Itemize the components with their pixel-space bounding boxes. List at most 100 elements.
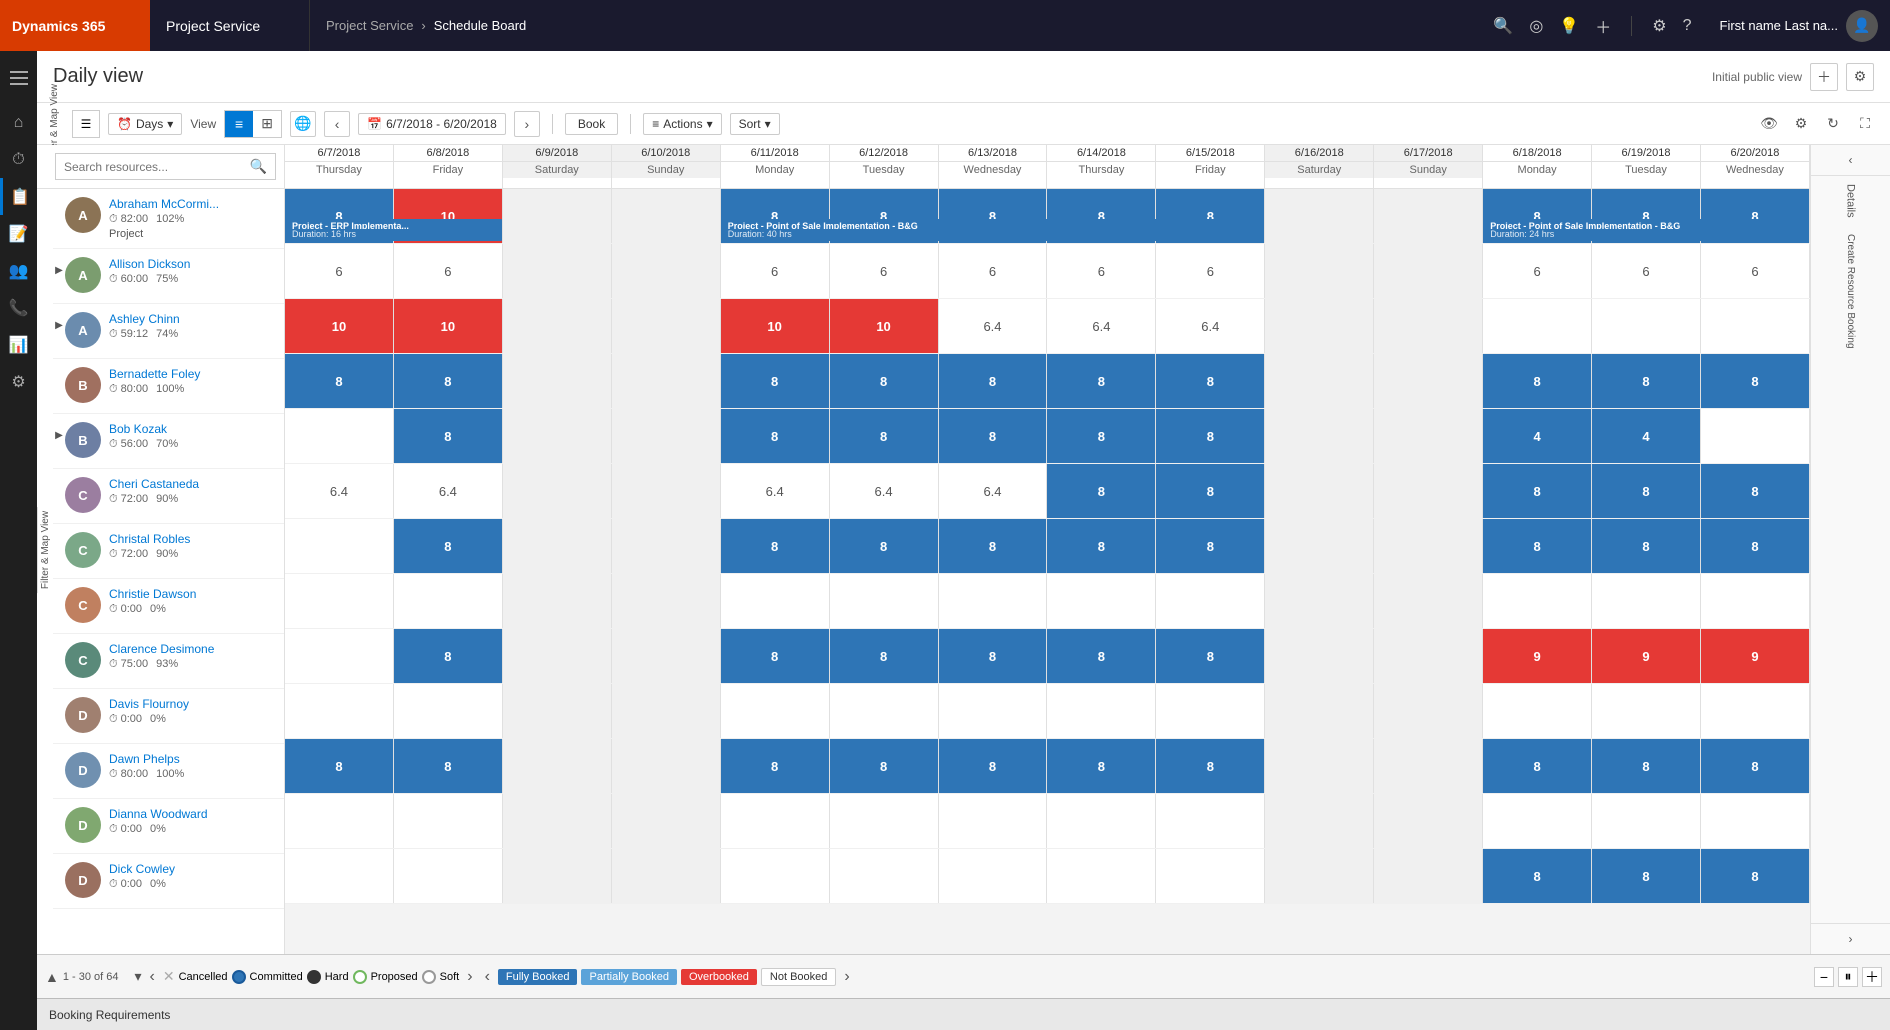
grid-cell[interactable]: 8 (721, 629, 830, 683)
grid-cell[interactable]: 8 (939, 519, 1048, 573)
grid-cell[interactable]: 8 (1592, 354, 1701, 408)
filter-map-label[interactable]: Filter & Map View (37, 506, 53, 592)
resource-row[interactable]: D Dawn Phelps ⏱ 80:00 100% (53, 744, 284, 799)
analytics-icon[interactable]: 📊 (0, 326, 37, 363)
grid-cell[interactable]: 8 (394, 629, 503, 683)
grid-cell[interactable]: 6.4 (939, 299, 1048, 353)
grid-cell[interactable]: 8 (1047, 464, 1156, 518)
resources-icon[interactable]: 👥 (0, 252, 37, 289)
grid-cell[interactable]: 8 (394, 409, 503, 463)
grid-cell[interactable]: 6.4 (939, 464, 1048, 518)
grid-cell[interactable]: 10 (394, 299, 503, 353)
resource-name[interactable]: Clarence Desimone (109, 642, 276, 656)
collapse-right-button[interactable]: › (1811, 923, 1890, 954)
resource-expand-button[interactable]: ▶ (53, 320, 65, 331)
grid-cell[interactable]: 8 (721, 409, 830, 463)
grid-cell[interactable]: 8 (830, 409, 939, 463)
help-icon[interactable]: ? (1683, 17, 1692, 35)
grid-cell[interactable]: 8 (285, 354, 394, 408)
grid-cell[interactable]: 6 (939, 244, 1048, 298)
resource-row[interactable]: C Christie Dawson ⏱ 0:00 0% (53, 579, 284, 634)
prev-date-button[interactable]: ‹ (324, 111, 350, 137)
prev-page-button[interactable]: ‹ (150, 968, 155, 986)
booking-bar[interactable]: Project - Point of Sale Implementation -… (1484, 219, 1809, 241)
resource-name[interactable]: Bernadette Foley (109, 367, 276, 381)
grid-cell[interactable]: 8 (939, 739, 1048, 793)
grid-cell[interactable]: 8 (1156, 739, 1265, 793)
search-icon[interactable]: 🔍 (1493, 16, 1513, 36)
grid-cell[interactable]: 6 (1592, 244, 1701, 298)
board-settings-icon[interactable]: ⚙ (1788, 111, 1814, 137)
grid-cell[interactable]: 6.4 (285, 464, 394, 518)
grid-cell[interactable]: 6 (721, 244, 830, 298)
resource-row[interactable]: C Clarence Desimone ⏱ 75:00 93% (53, 634, 284, 689)
grid-cell[interactable]: 6 (394, 244, 503, 298)
settings-icon[interactable]: ⚙ (1652, 16, 1666, 36)
grid-cell[interactable]: 8 (1047, 409, 1156, 463)
grid-cell[interactable]: 4 (1483, 409, 1592, 463)
legend-next-button[interactable]: › (844, 968, 849, 986)
grid-cell[interactable]: 8 (1701, 464, 1810, 518)
settings-side-icon[interactable]: ⚙ (0, 363, 37, 400)
app-name[interactable]: Project Service (150, 0, 310, 51)
actions-button[interactable]: ≡ Actions ▾ (643, 113, 721, 135)
grid-rows-container[interactable]: 81088888888 Project - ERP Implementa... … (285, 189, 1810, 954)
grid-cell[interactable]: 8 (939, 409, 1048, 463)
grid-cell[interactable]: 8 (1047, 739, 1156, 793)
booking-bar[interactable]: Project - Point of Sale Implementation -… (722, 219, 1265, 241)
grid-cell[interactable]: 9 (1483, 629, 1592, 683)
add-view-button[interactable]: ＋ (1810, 63, 1838, 91)
grid-cell[interactable]: 8 (1701, 739, 1810, 793)
avatar[interactable]: 👤 (1846, 10, 1878, 42)
grid-cell[interactable]: 8 (721, 739, 830, 793)
grid-cell[interactable]: 8 (394, 354, 503, 408)
resource-row[interactable]: ▶B Bob Kozak ⏱ 56:00 70% (53, 414, 284, 469)
grid-cell[interactable]: 6 (1047, 244, 1156, 298)
grid-cell[interactable]: 8 (1592, 739, 1701, 793)
grid-cell[interactable]: 6.4 (394, 464, 503, 518)
grid-cell[interactable]: 6.4 (830, 464, 939, 518)
grid-cell[interactable]: 8 (1483, 519, 1592, 573)
grid-cell[interactable]: 8 (1047, 629, 1156, 683)
resource-row[interactable]: B Bernadette Foley ⏱ 80:00 100% (53, 359, 284, 414)
grid-cell[interactable]: 8 (285, 739, 394, 793)
notes-icon[interactable]: 📝 (0, 215, 37, 252)
lightbulb-icon[interactable]: 💡 (1559, 16, 1579, 36)
resource-name[interactable]: Dick Cowley (109, 862, 276, 876)
grid-cell[interactable]: 8 (1156, 354, 1265, 408)
grid-cell[interactable]: 8 (1156, 464, 1265, 518)
grid-cell[interactable]: 6 (1156, 244, 1265, 298)
collapse-left-button[interactable]: ‹ (1811, 145, 1890, 176)
grid-cell[interactable]: 6 (1701, 244, 1810, 298)
resource-name[interactable]: Abraham McCormi... (109, 197, 276, 211)
zoom-out-button[interactable]: − (1814, 967, 1834, 987)
grid-cell[interactable]: 6 (285, 244, 394, 298)
plus-icon[interactable]: ＋ (1595, 14, 1611, 38)
grid-cell[interactable]: 8 (939, 354, 1048, 408)
book-button[interactable]: Book (565, 113, 618, 135)
target-icon[interactable]: ◎ (1529, 16, 1543, 36)
map-view-button[interactable]: 🌐 (290, 111, 316, 137)
resource-name[interactable]: Bob Kozak (109, 422, 276, 436)
grid-cell[interactable]: 8 (830, 629, 939, 683)
resource-row[interactable]: ▶A Allison Dickson ⏱ 60:00 75% (53, 249, 284, 304)
sort-button[interactable]: Sort ▾ (730, 113, 780, 135)
toolbar-toggle-button[interactable]: ☰ (72, 110, 100, 138)
zoom-in-button[interactable]: ＋ (1862, 967, 1882, 987)
grid-cell[interactable]: 8 (1592, 464, 1701, 518)
resource-row[interactable]: D Dianna Woodward ⏱ 0:00 0% (53, 799, 284, 854)
grid-cell[interactable]: 8 (939, 629, 1048, 683)
search-input[interactable] (56, 156, 242, 178)
grid-cell[interactable]: 10 (721, 299, 830, 353)
grid-view-button[interactable]: ⊞ (253, 111, 281, 137)
legend-expand-button[interactable]: ▲ (45, 969, 59, 985)
grid-cell[interactable]: 9 (1701, 629, 1810, 683)
grid-cell[interactable]: 8 (1483, 354, 1592, 408)
grid-cell[interactable]: 8 (830, 739, 939, 793)
resource-row[interactable]: D Davis Flournoy ⏱ 0:00 0% (53, 689, 284, 744)
home-icon[interactable]: ⌂ (0, 104, 37, 141)
grid-cell[interactable]: 10 (285, 299, 394, 353)
resource-row[interactable]: D Dick Cowley ⏱ 0:00 0% (53, 854, 284, 909)
resource-row[interactable]: A Abraham McCormi... ⏱ 82:00 102% Projec… (53, 189, 284, 249)
resource-name[interactable]: Dawn Phelps (109, 752, 276, 766)
